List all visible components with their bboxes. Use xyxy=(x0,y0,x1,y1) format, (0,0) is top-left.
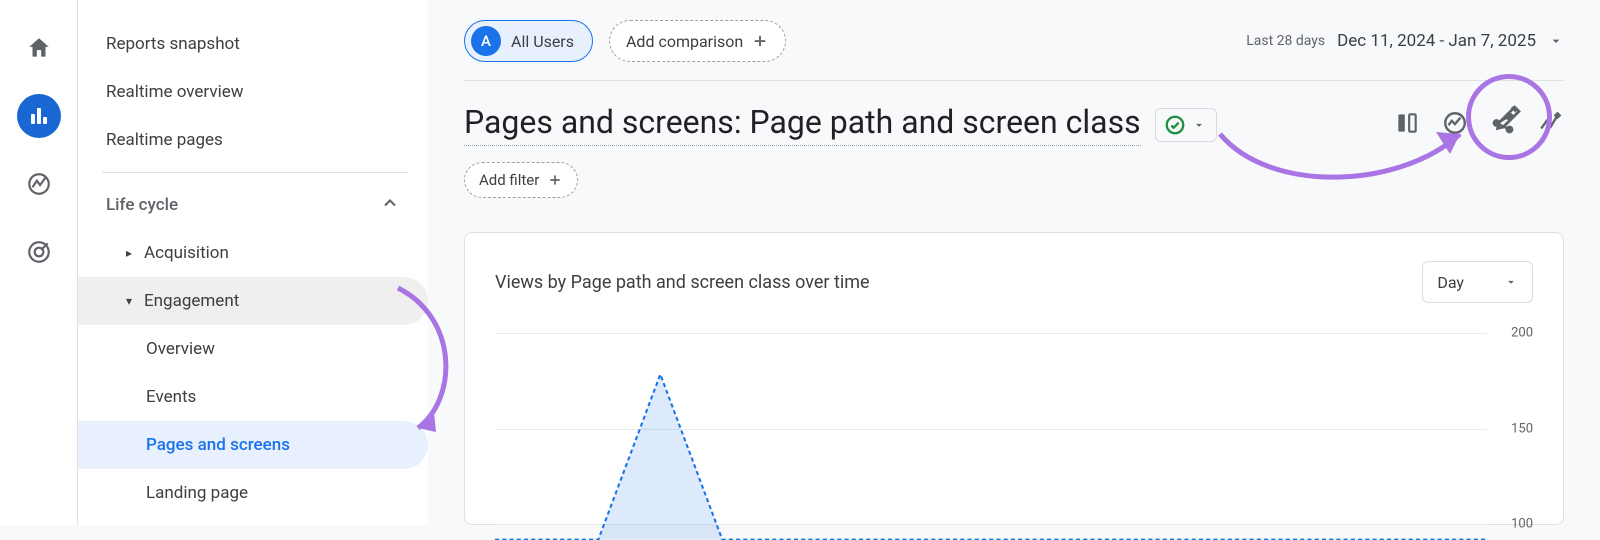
title-bar: Pages and screens: Page path and screen … xyxy=(464,103,1564,146)
topbar: A All Users Add comparison Last 28 days … xyxy=(464,20,1564,62)
y-tick: 200 xyxy=(1511,326,1533,341)
period-value: Day xyxy=(1437,273,1464,292)
divider xyxy=(464,80,1564,81)
segment-all-users[interactable]: A All Users xyxy=(464,20,593,62)
y-tick: 150 xyxy=(1511,421,1533,436)
nav-label: Reports snapshot xyxy=(106,34,240,54)
chart: 200 150 100 xyxy=(495,333,1533,524)
chart-title: Views by Page path and screen class over… xyxy=(495,272,870,293)
chevron-down-icon xyxy=(1548,33,1564,49)
plus-icon xyxy=(547,172,563,188)
page-title[interactable]: Pages and screens: Page path and screen … xyxy=(464,103,1141,146)
nav-label: Acquisition xyxy=(144,243,229,263)
sidebar-item-engagement-events[interactable]: Events xyxy=(78,373,428,421)
sidebar-item-engagement-overview[interactable]: Overview xyxy=(78,325,428,373)
sidebar: Reports snapshot Realtime overview Realt… xyxy=(78,0,428,525)
date-range-picker[interactable]: Last 28 days Dec 11, 2024 - Jan 7, 2025 xyxy=(1246,31,1564,51)
nav-label: Landing page xyxy=(146,483,248,503)
sidebar-item-reports-snapshot[interactable]: Reports snapshot xyxy=(78,20,428,68)
nav-label: Events xyxy=(146,387,196,407)
nav-label: Overview xyxy=(146,339,215,359)
segment-label: All Users xyxy=(511,32,574,51)
explore-icon[interactable] xyxy=(17,162,61,206)
edit-report-button[interactable] xyxy=(1466,74,1552,160)
segment-badge: A xyxy=(471,26,501,56)
y-tick: 100 xyxy=(1511,517,1533,532)
sidebar-group-life-cycle[interactable]: Life cycle xyxy=(78,181,428,229)
collapse-caret-icon: ▾ xyxy=(126,294,144,308)
compare-icon[interactable] xyxy=(1394,110,1420,140)
sidebar-item-landing-page[interactable]: Landing page xyxy=(78,469,428,517)
add-comparison-label: Add comparison xyxy=(626,32,743,51)
plus-icon xyxy=(751,32,769,50)
chevron-down-icon xyxy=(1504,275,1518,289)
advertising-icon[interactable] xyxy=(17,230,61,274)
home-icon[interactable] xyxy=(17,26,61,70)
sidebar-item-acquisition[interactable]: ▸ Acquisition xyxy=(78,229,428,277)
status-chip[interactable] xyxy=(1155,108,1217,142)
divider xyxy=(102,172,408,173)
expand-caret-icon: ▸ xyxy=(126,246,144,260)
main: A All Users Add comparison Last 28 days … xyxy=(428,0,1600,525)
chevron-down-icon xyxy=(1192,118,1206,132)
nav-label: Realtime overview xyxy=(106,82,244,102)
add-comparison-button[interactable]: Add comparison xyxy=(609,20,786,62)
filter-row: Add filter xyxy=(464,162,1564,198)
sidebar-item-realtime-overview[interactable]: Realtime overview xyxy=(78,68,428,116)
date-range-value: Dec 11, 2024 - Jan 7, 2025 xyxy=(1337,31,1536,51)
trend-icon[interactable] xyxy=(1442,110,1468,140)
add-filter-label: Add filter xyxy=(479,171,539,189)
nav-label: Engagement xyxy=(144,291,239,311)
chart-card: Views by Page path and screen class over… xyxy=(464,232,1564,525)
icon-rail xyxy=(0,0,78,525)
sidebar-item-pages-and-screens[interactable]: Pages and screens xyxy=(78,421,428,469)
nav-label: Realtime pages xyxy=(106,130,223,150)
period-select[interactable]: Day xyxy=(1422,261,1533,303)
nav-label: Pages and screens xyxy=(146,435,290,455)
date-range-label: Last 28 days xyxy=(1246,33,1325,49)
pencil-icon xyxy=(1492,100,1526,134)
check-circle-icon xyxy=(1164,114,1186,136)
add-filter-button[interactable]: Add filter xyxy=(464,162,578,198)
group-label: Life cycle xyxy=(106,195,178,215)
sidebar-item-engagement[interactable]: ▾ Engagement xyxy=(78,277,428,325)
chevron-up-icon xyxy=(380,193,400,218)
reports-icon[interactable] xyxy=(17,94,61,138)
chart-svg xyxy=(495,333,1487,540)
sidebar-item-realtime-pages[interactable]: Realtime pages xyxy=(78,116,428,164)
